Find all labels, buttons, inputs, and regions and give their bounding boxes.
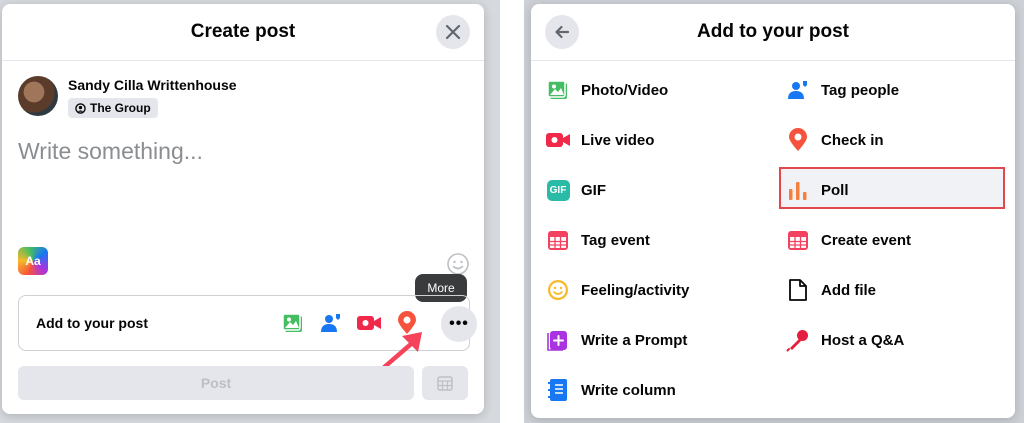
dialog-title: Add to your post: [697, 21, 849, 42]
poll-icon: [789, 182, 807, 200]
option-label: Feeling/activity: [581, 281, 690, 299]
tag-people-icon: [788, 81, 807, 99]
option-gif[interactable]: GIF GIF: [545, 177, 606, 203]
author-name: Sandy Cilla Writtenhouse: [68, 77, 237, 93]
group-icon: [75, 102, 86, 114]
close-button[interactable]: [436, 15, 470, 49]
add-to-post-label: Add to your post: [36, 315, 148, 331]
option-label: Tag event: [581, 231, 650, 249]
option-feeling-activity[interactable]: Feeling/activity: [545, 277, 689, 303]
tag-event-icon: [548, 231, 568, 250]
add-to-post-header: Add to your post: [531, 4, 1015, 61]
calendar-icon: [437, 376, 453, 391]
microphone-icon: [786, 330, 808, 352]
back-button[interactable]: [545, 15, 579, 49]
aa-icon: Aa: [25, 254, 41, 268]
avatar: [18, 76, 58, 116]
option-tag-event[interactable]: Tag event: [545, 227, 650, 253]
option-live-video[interactable]: Live video: [545, 127, 654, 153]
dialog-title: Create post: [190, 21, 296, 42]
option-label: Create event: [821, 231, 912, 249]
tag-people-icon: [321, 314, 340, 332]
option-write-prompt[interactable]: Write a Prompt: [545, 327, 687, 353]
option-create-event[interactable]: Create event: [785, 227, 911, 253]
gif-icon: GIF: [546, 179, 570, 201]
create-event-icon: [788, 231, 808, 250]
back-arrow-icon: [555, 25, 570, 39]
option-label: Write column: [581, 381, 676, 399]
option-label: Photo/Video: [581, 81, 669, 99]
emoji-icon: [447, 253, 469, 275]
option-tag-people[interactable]: Tag people: [785, 77, 899, 103]
add-to-post-dialog: Add to your post Photo/Video Live video …: [531, 4, 1015, 418]
option-label: Write a Prompt: [581, 331, 688, 349]
composer-input[interactable]: Write something...: [18, 138, 203, 165]
backdrop-divider: [500, 0, 524, 423]
create-post-dialog: Create post Sandy Cilla Writtenhouse The…: [2, 4, 484, 414]
close-icon: [445, 24, 461, 40]
audience-selector[interactable]: The Group: [68, 98, 158, 118]
option-label: GIF: [581, 181, 606, 199]
option-photo-video[interactable]: Photo/Video: [545, 77, 668, 103]
photo-video-icon: [282, 313, 302, 332]
option-label: Host a Q&A: [821, 331, 905, 349]
option-check-in[interactable]: Check in: [785, 127, 884, 153]
option-label: Check in: [821, 131, 884, 149]
feeling-activity-icon: [548, 280, 568, 300]
photo-video-button[interactable]: [275, 305, 311, 341]
author-row: Sandy Cilla Writtenhouse The Group: [18, 76, 237, 119]
option-add-file[interactable]: Add file: [785, 277, 876, 303]
option-write-column[interactable]: Write column: [545, 377, 676, 403]
live-video-icon: [546, 133, 570, 147]
check-in-icon: [789, 128, 807, 151]
more-button[interactable]: •••: [441, 306, 477, 342]
photo-video-icon: [547, 80, 567, 99]
option-label: Poll: [821, 181, 849, 199]
post-button[interactable]: Post: [18, 366, 414, 400]
add-file-icon: [789, 279, 807, 301]
text-background-button[interactable]: Aa: [18, 247, 48, 275]
option-label: Tag people: [821, 81, 900, 99]
option-label: Add file: [821, 281, 876, 299]
write-prompt-icon: [547, 331, 567, 351]
audience-label: The Group: [90, 101, 151, 115]
option-host-qa[interactable]: Host a Q&A: [785, 327, 904, 353]
option-label: Live video: [581, 131, 655, 149]
more-icon: •••: [449, 315, 469, 332]
tag-people-button[interactable]: [313, 305, 349, 341]
create-post-header: Create post: [2, 4, 484, 61]
write-column-icon: [548, 379, 567, 401]
schedule-button[interactable]: [422, 366, 468, 400]
option-poll[interactable]: Poll: [785, 177, 849, 203]
